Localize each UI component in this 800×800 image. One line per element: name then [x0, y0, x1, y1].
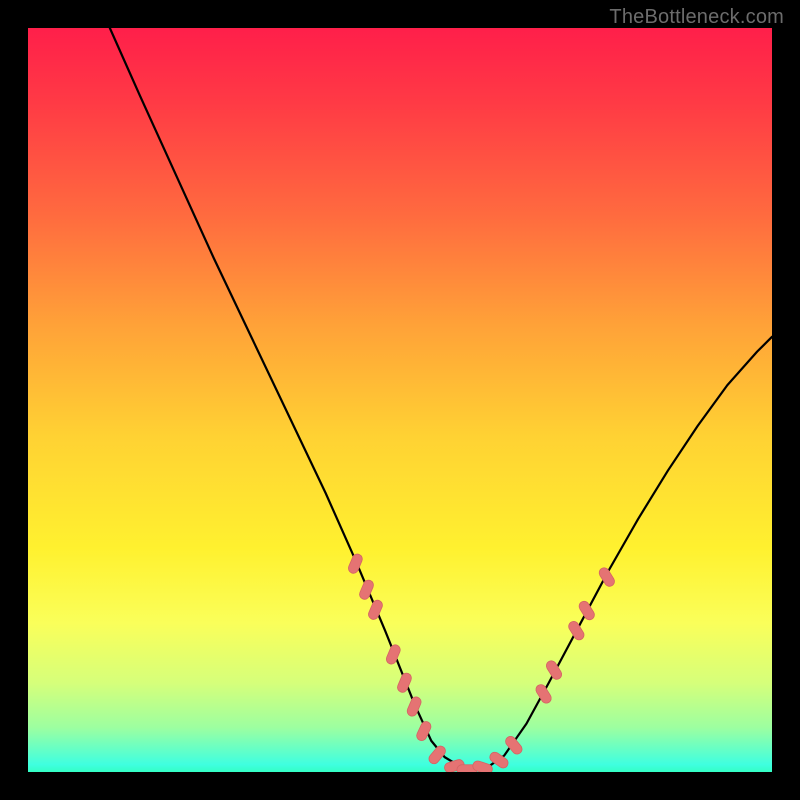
curve-markers	[347, 553, 617, 772]
curve-marker	[472, 760, 494, 772]
bottleneck-curve	[110, 28, 772, 770]
chart-frame: TheBottleneck.com	[0, 0, 800, 800]
chart-svg	[28, 28, 772, 772]
curve-marker	[385, 643, 402, 665]
watermark-text: TheBottleneck.com	[609, 6, 784, 29]
curve-marker	[358, 579, 375, 601]
curve-marker	[567, 620, 586, 642]
curve-marker	[427, 744, 448, 766]
curve-marker	[577, 599, 596, 621]
plot-area	[28, 28, 772, 772]
curve-marker	[396, 672, 413, 694]
curve-marker	[534, 683, 553, 705]
curve-marker	[367, 599, 384, 621]
